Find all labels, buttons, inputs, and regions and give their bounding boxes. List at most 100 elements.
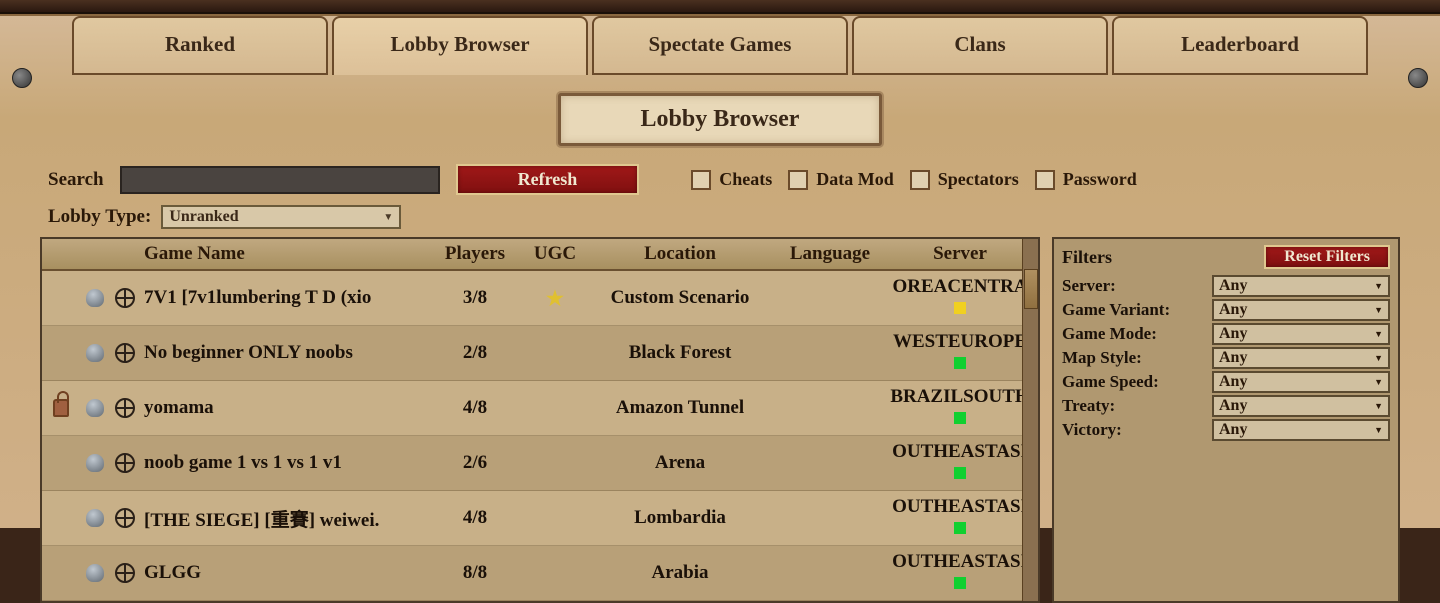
helmet-icon <box>86 509 104 527</box>
filter-dropdown[interactable]: Any <box>1212 371 1390 393</box>
server-value: OUTHEASTASI <box>890 551 1030 595</box>
col-game-name[interactable]: Game Name <box>140 243 430 265</box>
tab-lobby-browser[interactable]: Lobby Browser <box>332 16 588 75</box>
filter-label: Game Mode: <box>1062 324 1157 344</box>
filter-label: Victory: <box>1062 420 1122 440</box>
tab-clans[interactable]: Clans <box>852 16 1108 75</box>
col-players[interactable]: Players <box>430 243 520 265</box>
ping-indicator <box>954 302 966 314</box>
refresh-button[interactable]: Refresh <box>456 164 640 195</box>
col-server[interactable]: Server <box>890 243 1030 265</box>
game-name: noob game 1 vs 1 vs 1 v1 <box>140 452 430 474</box>
filter-dropdown[interactable]: Any <box>1212 323 1390 345</box>
lobby-type-dropdown[interactable]: Unranked <box>161 205 401 229</box>
location-value: Arena <box>590 452 770 474</box>
players-count: 8/8 <box>430 562 520 584</box>
scrollbar[interactable] <box>1022 239 1038 601</box>
location-value: Black Forest <box>590 342 770 364</box>
game-name: yomama <box>140 397 430 419</box>
filter-label: Game Speed: <box>1062 372 1159 392</box>
title-banner: Lobby Browser <box>40 75 1400 158</box>
filter-dropdown[interactable]: Any <box>1212 395 1390 417</box>
server-value: OREACENTRA <box>890 276 1030 320</box>
ping-indicator <box>954 467 966 479</box>
globe-icon <box>115 288 135 308</box>
password-label: Password <box>1063 169 1137 190</box>
search-input[interactable] <box>120 166 440 194</box>
filter-label: Map Style: <box>1062 348 1142 368</box>
tab-spectate[interactable]: Spectate Games <box>592 16 848 75</box>
tab-ranked[interactable]: Ranked <box>72 16 328 75</box>
controls-row: Search Refresh Cheats Data Mod Spectator… <box>40 158 1400 201</box>
server-value: BRAZILSOUTH <box>890 386 1030 430</box>
cheats-checkbox[interactable] <box>691 170 711 190</box>
filter-label: Treaty: <box>1062 396 1115 416</box>
table-row[interactable]: No beginner ONLY noobs2/8 Black Forest WES… <box>42 326 1038 381</box>
lobby-table: Game Name Players UGC Location Language … <box>40 237 1040 603</box>
cheats-label: Cheats <box>719 169 772 190</box>
scroll-thumb[interactable] <box>1024 269 1038 309</box>
helmet-icon <box>86 564 104 582</box>
filter-value: Any <box>1219 301 1247 319</box>
page-title: Lobby Browser <box>558 93 883 146</box>
col-location[interactable]: Location <box>590 243 770 265</box>
filter-dropdown[interactable]: Any <box>1212 347 1390 369</box>
location-value: Amazon Tunnel <box>590 397 770 419</box>
players-count: 3/8 <box>430 287 520 309</box>
filter-value: Any <box>1219 325 1247 343</box>
datamod-label: Data Mod <box>816 169 894 190</box>
globe-icon <box>115 343 135 363</box>
datamod-checkbox[interactable] <box>788 170 808 190</box>
filter-dropdown[interactable]: Any <box>1212 419 1390 441</box>
location-value: Arabia <box>590 562 770 584</box>
players-count: 2/6 <box>430 452 520 474</box>
game-name: No beginner ONLY noobs <box>140 342 430 364</box>
tab-leaderboard[interactable]: Leaderboard <box>1112 16 1368 75</box>
server-value: OUTHEASTASI <box>890 496 1030 540</box>
lobby-type-value: Unranked <box>169 208 238 226</box>
filter-label: Server: <box>1062 276 1116 296</box>
search-label: Search <box>48 169 104 191</box>
main-panel: Ranked Lobby Browser Spectate Games Clan… <box>0 14 1440 528</box>
helmet-icon <box>86 344 104 362</box>
filter-value: Any <box>1219 373 1247 391</box>
reset-filters-button[interactable]: Reset Filters <box>1264 245 1390 269</box>
ping-indicator <box>954 577 966 589</box>
table-row[interactable]: GLGG8/8 Arabia OUTHEASTASI <box>42 546 1038 601</box>
ping-indicator <box>954 522 966 534</box>
window-chrome <box>0 0 1440 14</box>
players-count: 2/8 <box>430 342 520 364</box>
filter-value: Any <box>1219 277 1247 295</box>
helmet-icon <box>86 454 104 472</box>
helmet-icon <box>86 399 104 417</box>
players-count: 4/8 <box>430 397 520 419</box>
spectators-label: Spectators <box>938 169 1019 190</box>
col-ugc[interactable]: UGC <box>520 243 590 265</box>
table-row[interactable]: noob game 1 vs 1 vs 1 v12/6ArenaOUTHEAST… <box>42 436 1038 491</box>
location-value: Lombardia <box>590 507 770 529</box>
server-value: WESTEUROPE <box>890 331 1030 375</box>
location-value: Custom Scenario <box>590 287 770 309</box>
globe-icon <box>115 563 135 583</box>
table-row[interactable]: [THE SIEGE] [重賽] weiwei.4/8LombardiaOUTH… <box>42 491 1038 546</box>
filters-title: Filters <box>1062 247 1112 268</box>
ping-indicator <box>954 412 966 424</box>
table-row[interactable]: yomama4/8 Amazon Tunnel BRAZILSOUTH <box>42 381 1038 436</box>
col-language[interactable]: Language <box>770 243 890 265</box>
star-icon: ★ <box>546 288 564 310</box>
filter-value: Any <box>1219 349 1247 367</box>
table-row[interactable]: 7V1 [7v1lumbering T D (xio3/8 ★ Custom Sce… <box>42 271 1038 326</box>
table-header: Game Name Players UGC Location Language … <box>42 239 1038 271</box>
lock-icon <box>53 399 69 417</box>
game-name: 7V1 [7v1lumbering T D (xio <box>140 287 430 309</box>
filter-dropdown[interactable]: Any <box>1212 299 1390 321</box>
globe-icon <box>115 453 135 473</box>
filters-panel: Filters Reset Filters Server:AnyGame Var… <box>1052 237 1400 603</box>
ping-indicator <box>954 357 966 369</box>
lobby-type-label: Lobby Type: <box>48 206 151 228</box>
spectators-checkbox[interactable] <box>910 170 930 190</box>
password-checkbox[interactable] <box>1035 170 1055 190</box>
filter-dropdown[interactable]: Any <box>1212 275 1390 297</box>
helmet-icon <box>86 289 104 307</box>
game-name: GLGG <box>140 562 430 584</box>
